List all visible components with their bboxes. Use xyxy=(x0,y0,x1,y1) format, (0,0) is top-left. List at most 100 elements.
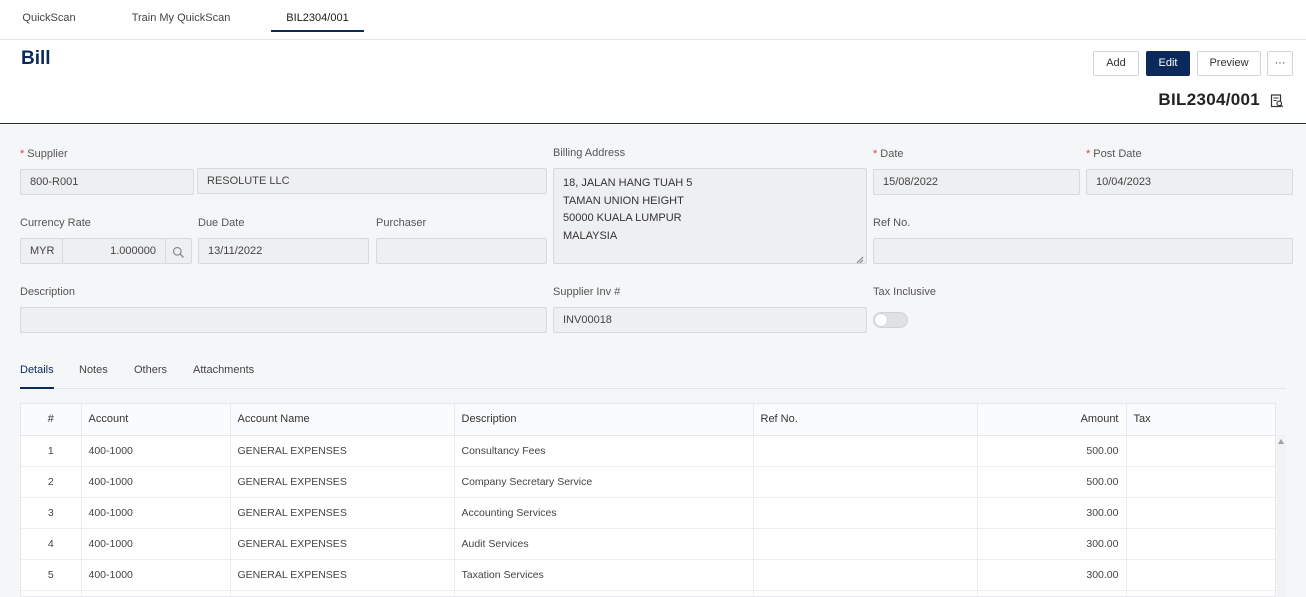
cell-tax[interactable] xyxy=(1126,466,1275,498)
due-date-field[interactable]: 13/11/2022 xyxy=(198,238,369,264)
ref-no-field[interactable] xyxy=(873,238,1293,264)
purchaser-field[interactable] xyxy=(376,238,547,264)
currency-code-field[interactable]: MYR xyxy=(20,238,63,264)
supplier-inv-field[interactable]: INV00018 xyxy=(553,307,867,333)
required-marker: * xyxy=(873,148,878,160)
supplier-code-field[interactable]: 800-R001 xyxy=(20,169,194,195)
cell-amount[interactable]: 500.00 xyxy=(977,466,1127,498)
table-row[interactable]: 2 400-1000 GENERAL EXPENSES Company Secr… xyxy=(21,466,1275,498)
cell-amount[interactable]: 300.00 xyxy=(977,559,1127,591)
column-header-description[interactable]: Description xyxy=(454,404,754,436)
more-options-button[interactable]: ··· xyxy=(1267,51,1293,76)
cell-number: 4 xyxy=(21,528,82,560)
cell-account-name[interactable]: GENERAL EXPENSES xyxy=(230,528,455,560)
cell-description[interactable]: Audit Services xyxy=(454,528,754,560)
cell-ref-no[interactable] xyxy=(753,466,978,498)
table-row[interactable]: 3 400-1000 GENERAL EXPENSES Accounting S… xyxy=(21,497,1275,529)
add-button[interactable]: Add xyxy=(1093,51,1139,76)
scroll-up-arrow-icon[interactable] xyxy=(1278,439,1284,444)
tab-others[interactable]: Others xyxy=(134,362,167,389)
cell-account[interactable]: 400-1000 xyxy=(81,497,231,529)
billing-address-line: MALAYSIA xyxy=(563,229,618,242)
cell-account-name[interactable]: GENERAL EXPENSES xyxy=(230,559,455,591)
cell-account-name[interactable]: GENERAL EXPENSES xyxy=(230,435,455,467)
cell-account[interactable]: 400-1000 xyxy=(81,559,231,591)
supplier-inv-label: Supplier Inv # xyxy=(553,286,621,298)
cell-tax[interactable] xyxy=(1126,497,1275,529)
cell-ref-no[interactable] xyxy=(753,497,978,529)
required-marker: * xyxy=(20,148,25,160)
column-header-amount[interactable]: Amount xyxy=(977,404,1127,436)
document-number: BIL2304/001 xyxy=(1158,90,1260,109)
column-header-number[interactable]: # xyxy=(21,404,82,436)
cell-tax[interactable] xyxy=(1126,435,1275,467)
cell-ref-no[interactable] xyxy=(753,528,978,560)
document-search-icon[interactable] xyxy=(1270,94,1284,108)
cell-tax[interactable] xyxy=(1126,528,1275,560)
tax-inclusive-label: Tax Inclusive xyxy=(873,286,936,298)
tab-bill-document[interactable]: BIL2304/001 xyxy=(271,0,364,32)
cell-ref-no[interactable] xyxy=(753,435,978,467)
description-label: Description xyxy=(20,286,76,298)
cell-ref-no[interactable] xyxy=(753,559,978,591)
cell-account-name[interactable]: GENERAL EXPENSES xyxy=(230,497,455,529)
cell-description[interactable]: Company Secretary Service xyxy=(454,466,754,498)
tab-quickscan[interactable]: QuickScan xyxy=(12,0,86,32)
search-icon xyxy=(172,244,185,263)
cell-number: 5 xyxy=(21,559,82,591)
column-header-tax[interactable]: Tax xyxy=(1126,404,1275,436)
edit-button[interactable]: Edit xyxy=(1146,51,1190,76)
date-label: * Date xyxy=(873,148,904,160)
table-scrollbar[interactable] xyxy=(1277,435,1286,597)
cell-amount[interactable]: 300.00 xyxy=(977,497,1127,529)
post-date-label: * Post Date xyxy=(1086,148,1142,160)
detail-tabs: Details Notes Others Attachments xyxy=(20,362,1286,389)
cell-account-name[interactable] xyxy=(230,590,455,596)
column-header-account[interactable]: Account xyxy=(81,404,231,436)
cell-amount[interactable]: 300.00 xyxy=(977,528,1127,560)
billing-address-line: TAMAN UNION HEIGHT xyxy=(563,194,684,207)
tab-details[interactable]: Details xyxy=(20,362,54,389)
billing-address-field[interactable]: 18, JALAN HANG TUAH 5 TAMAN UNION HEIGHT… xyxy=(553,168,867,264)
tax-inclusive-toggle[interactable] xyxy=(873,312,908,328)
ref-no-label: Ref No. xyxy=(873,217,911,229)
cell-account[interactable]: 400-1000 xyxy=(81,466,231,498)
cell-account-name[interactable]: GENERAL EXPENSES xyxy=(230,466,455,498)
cell-description[interactable]: Accounting Services xyxy=(454,497,754,529)
currency-search-button[interactable] xyxy=(165,238,192,264)
column-header-account-name[interactable]: Account Name xyxy=(230,404,455,436)
table-row[interactable] xyxy=(21,590,1275,596)
preview-button[interactable]: Preview xyxy=(1197,51,1261,76)
cell-description[interactable]: Taxation Services xyxy=(454,559,754,591)
post-date-field[interactable]: 10/04/2023 xyxy=(1086,169,1293,195)
detail-table: # Account Account Name Description Ref N… xyxy=(20,403,1276,597)
supplier-name-field[interactable]: RESOLUTE LLC xyxy=(197,168,547,194)
cell-account[interactable]: 400-1000 xyxy=(81,435,231,467)
cell-tax[interactable] xyxy=(1126,559,1275,591)
currency-rate-label: Currency Rate xyxy=(20,217,91,229)
cell-account[interactable]: 400-1000 xyxy=(81,528,231,560)
table-row[interactable]: 4 400-1000 GENERAL EXPENSES Audit Servic… xyxy=(21,528,1275,560)
cell-account[interactable] xyxy=(81,590,231,596)
date-field[interactable]: 15/08/2022 xyxy=(873,169,1080,195)
top-tab-bar: QuickScan Train My QuickScan BIL2304/001 xyxy=(0,0,1306,40)
cell-amount[interactable]: 500.00 xyxy=(977,435,1127,467)
column-header-ref-no[interactable]: Ref No. xyxy=(753,404,978,436)
cell-description[interactable] xyxy=(454,590,754,596)
table-row[interactable]: 1 400-1000 GENERAL EXPENSES Consultancy … xyxy=(21,435,1275,467)
resize-grip-icon[interactable] xyxy=(856,253,864,264)
cell-description[interactable]: Consultancy Fees xyxy=(454,435,754,467)
cell-number xyxy=(21,590,82,596)
table-row[interactable]: 5 400-1000 GENERAL EXPENSES Taxation Ser… xyxy=(21,559,1275,591)
cell-number: 1 xyxy=(21,435,82,467)
cell-tax[interactable] xyxy=(1126,590,1275,596)
description-field[interactable] xyxy=(20,307,547,333)
billing-address-label: Billing Address xyxy=(553,147,626,159)
tab-train-my-quickscan[interactable]: Train My QuickScan xyxy=(120,0,242,32)
cell-number: 3 xyxy=(21,497,82,529)
cell-amount[interactable] xyxy=(977,590,1127,596)
tab-attachments[interactable]: Attachments xyxy=(193,362,254,389)
currency-rate-field[interactable]: 1.000000 xyxy=(62,238,166,264)
tab-notes[interactable]: Notes xyxy=(79,362,108,389)
cell-ref-no[interactable] xyxy=(753,590,978,596)
